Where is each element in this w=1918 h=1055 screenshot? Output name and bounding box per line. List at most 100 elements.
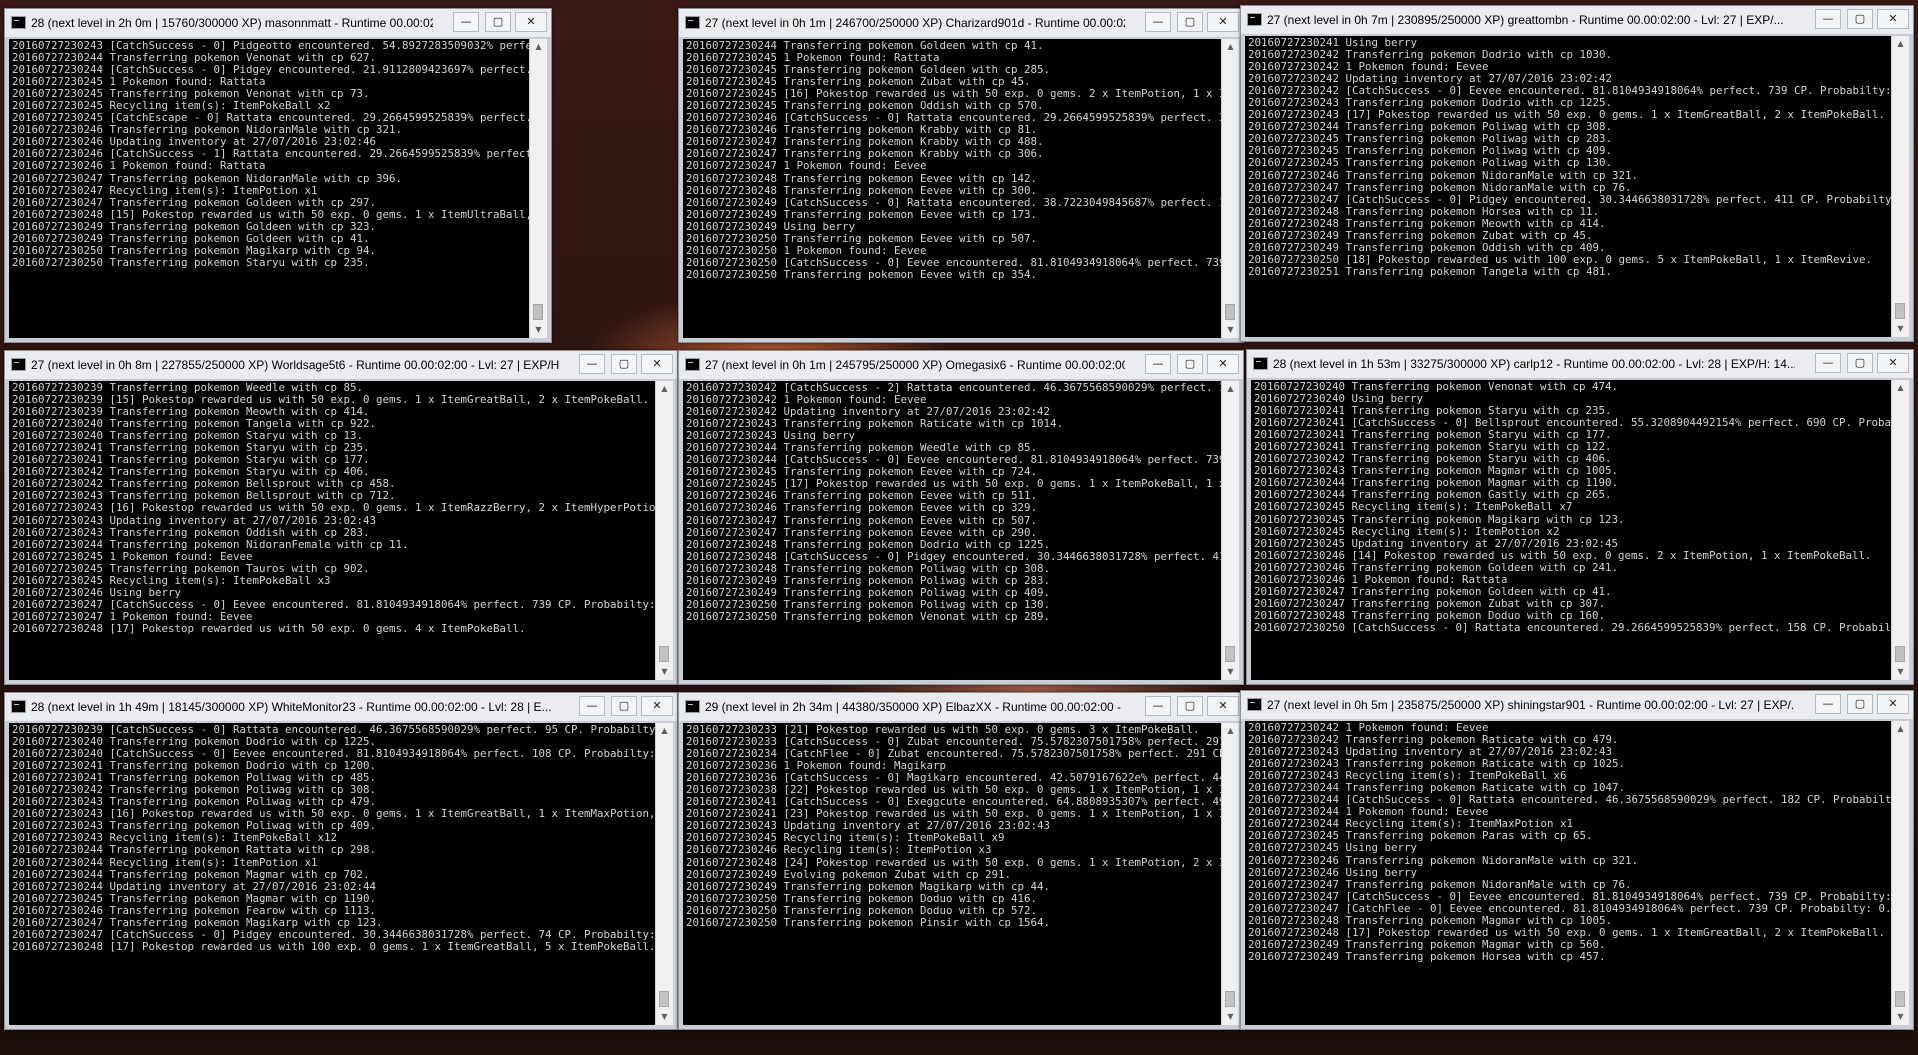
close-button[interactable]: ✕: [515, 12, 547, 32]
maximize-button[interactable]: ▢: [485, 12, 511, 32]
vertical-scrollbar[interactable]: ▲ ▼: [1221, 723, 1239, 1025]
console-window-6[interactable]: 28 (next level in 1h 53m | 33275/300000 …: [1246, 349, 1914, 685]
scroll-up-arrow-icon[interactable]: ▲: [1222, 723, 1239, 739]
vertical-scrollbar[interactable]: ▲ ▼: [655, 381, 673, 680]
console-window-7[interactable]: 28 (next level in 1h 49m | 18145/300000 …: [4, 692, 678, 1030]
console-output[interactable]: 20160727230239 Transferring pokemon Weed…: [9, 381, 655, 680]
scroll-up-arrow-icon[interactable]: ▲: [1222, 39, 1239, 55]
scroll-thumb[interactable]: [1895, 991, 1905, 1007]
scroll-down-arrow-icon[interactable]: ▼: [656, 664, 673, 680]
scroll-thumb[interactable]: [1895, 646, 1905, 662]
maximize-button[interactable]: ▢: [1177, 696, 1203, 716]
minimize-button[interactable]: —: [1815, 694, 1841, 714]
scroll-up-arrow-icon[interactable]: ▲: [530, 39, 547, 55]
maximize-button[interactable]: ▢: [1847, 694, 1873, 714]
console-app-icon[interactable]: [685, 700, 700, 713]
close-button[interactable]: ✕: [1877, 9, 1909, 29]
console-app-icon[interactable]: [685, 16, 700, 29]
console-output[interactable]: 20160727230240 Transferring pokemon Veno…: [1251, 380, 1891, 680]
vertical-scrollbar[interactable]: ▲ ▼: [655, 723, 673, 1025]
console-app-icon[interactable]: [1247, 698, 1262, 711]
minimize-button[interactable]: —: [579, 696, 605, 716]
scroll-thumb[interactable]: [1225, 646, 1235, 662]
minimize-button[interactable]: —: [1145, 12, 1171, 32]
scroll-up-arrow-icon[interactable]: ▲: [1892, 380, 1909, 396]
scroll-up-arrow-icon[interactable]: ▲: [1222, 381, 1239, 397]
minimize-button[interactable]: —: [453, 12, 479, 32]
title-bar[interactable]: 29 (next level in 2h 34m | 44380/350000 …: [679, 693, 1243, 722]
vertical-scrollbar[interactable]: ▲ ▼: [1221, 39, 1239, 338]
close-button[interactable]: ✕: [1877, 353, 1909, 373]
close-button[interactable]: ✕: [641, 354, 673, 374]
minimize-button[interactable]: —: [1815, 353, 1841, 373]
console-output[interactable]: 20160727230242 [CatchSuccess - 2] Rattat…: [683, 381, 1221, 680]
close-button[interactable]: ✕: [1207, 354, 1239, 374]
scroll-thumb[interactable]: [659, 991, 669, 1007]
close-button[interactable]: ✕: [1207, 12, 1239, 32]
title-bar[interactable]: 27 (next level in 0h 1m | 246700/250000 …: [679, 9, 1243, 38]
maximize-button[interactable]: ▢: [1177, 354, 1203, 374]
title-bar[interactable]: 27 (next level in 0h 1m | 245795/250000 …: [679, 351, 1243, 380]
minimize-button[interactable]: —: [1145, 354, 1171, 374]
minimize-button[interactable]: —: [579, 354, 605, 374]
vertical-scrollbar[interactable]: ▲ ▼: [1221, 381, 1239, 680]
scroll-up-arrow-icon[interactable]: ▲: [1892, 721, 1909, 737]
console-app-icon[interactable]: [1247, 13, 1262, 26]
scroll-down-arrow-icon[interactable]: ▼: [1892, 1009, 1909, 1025]
console-output[interactable]: 20160727230242 1 Pokemon found: Eevee 20…: [1245, 721, 1891, 1025]
console-output[interactable]: 20160727230241 Using berry 2016072723024…: [1245, 36, 1891, 337]
title-bar[interactable]: 28 (next level in 1h 53m | 33275/300000 …: [1247, 350, 1913, 379]
scroll-down-arrow-icon[interactable]: ▼: [656, 1009, 673, 1025]
scroll-thumb[interactable]: [1895, 303, 1905, 319]
scroll-up-arrow-icon[interactable]: ▲: [656, 723, 673, 739]
scroll-thumb[interactable]: [533, 304, 543, 320]
maximize-button[interactable]: ▢: [1847, 9, 1873, 29]
vertical-scrollbar[interactable]: ▲ ▼: [1891, 721, 1909, 1025]
console-window-1[interactable]: 28 (next level in 2h 0m | 15760/300000 X…: [4, 8, 552, 343]
console-app-icon[interactable]: [11, 700, 26, 713]
scroll-up-arrow-icon[interactable]: ▲: [656, 381, 673, 397]
console-app-icon[interactable]: [1253, 357, 1268, 370]
scroll-down-arrow-icon[interactable]: ▼: [1222, 664, 1239, 680]
console-app-icon[interactable]: [685, 358, 700, 371]
scroll-thumb[interactable]: [659, 646, 669, 662]
scroll-thumb[interactable]: [1225, 991, 1235, 1007]
scroll-thumb[interactable]: [1225, 304, 1235, 320]
console-log: 20160727230239 [CatchSuccess - 0] Rattat…: [12, 723, 655, 953]
console-output[interactable]: 20160727230244 Transferring pokemon Gold…: [683, 39, 1221, 338]
console-window-4[interactable]: 27 (next level in 0h 8m | 227855/250000 …: [4, 350, 678, 685]
title-bar[interactable]: 28 (next level in 1h 49m | 18145/300000 …: [5, 693, 677, 722]
console-window-3[interactable]: 27 (next level in 0h 7m | 230895/250000 …: [1240, 5, 1914, 342]
title-bar[interactable]: 27 (next level in 0h 8m | 227855/250000 …: [5, 351, 677, 380]
console-app-icon[interactable]: [11, 358, 26, 371]
console-window-2[interactable]: 27 (next level in 0h 1m | 246700/250000 …: [678, 8, 1244, 343]
vertical-scrollbar[interactable]: ▲ ▼: [1891, 36, 1909, 337]
scroll-down-arrow-icon[interactable]: ▼: [1892, 664, 1909, 680]
close-button[interactable]: ✕: [1877, 694, 1909, 714]
console-window-5[interactable]: 27 (next level in 0h 1m | 245795/250000 …: [678, 350, 1244, 685]
title-bar[interactable]: 28 (next level in 2h 0m | 15760/300000 X…: [5, 9, 551, 38]
scroll-down-arrow-icon[interactable]: ▼: [1222, 1009, 1239, 1025]
maximize-button[interactable]: ▢: [1177, 12, 1203, 32]
vertical-scrollbar[interactable]: ▲ ▼: [1891, 380, 1909, 680]
console-output[interactable]: 20160727230239 [CatchSuccess - 0] Rattat…: [9, 723, 655, 1025]
close-button[interactable]: ✕: [1207, 696, 1239, 716]
console-window-9[interactable]: 27 (next level in 0h 5m | 235875/250000 …: [1240, 690, 1914, 1030]
maximize-button[interactable]: ▢: [611, 354, 637, 374]
close-button[interactable]: ✕: [641, 696, 673, 716]
vertical-scrollbar[interactable]: ▲ ▼: [529, 39, 547, 338]
console-output[interactable]: 20160727230233 [21] Pokestop rewarded us…: [683, 723, 1221, 1025]
title-bar[interactable]: 27 (next level in 0h 5m | 235875/250000 …: [1241, 691, 1913, 720]
scroll-up-arrow-icon[interactable]: ▲: [1892, 36, 1909, 52]
maximize-button[interactable]: ▢: [1847, 353, 1873, 373]
scroll-down-arrow-icon[interactable]: ▼: [530, 322, 547, 338]
scroll-down-arrow-icon[interactable]: ▼: [1892, 321, 1909, 337]
console-app-icon[interactable]: [11, 16, 26, 29]
scroll-down-arrow-icon[interactable]: ▼: [1222, 322, 1239, 338]
maximize-button[interactable]: ▢: [611, 696, 637, 716]
minimize-button[interactable]: —: [1815, 9, 1841, 29]
minimize-button[interactable]: —: [1145, 696, 1171, 716]
title-bar[interactable]: 27 (next level in 0h 7m | 230895/250000 …: [1241, 6, 1913, 35]
console-window-8[interactable]: 29 (next level in 2h 34m | 44380/350000 …: [678, 692, 1244, 1030]
console-output[interactable]: 20160727230243 [CatchSuccess - 0] Pidgeo…: [9, 39, 529, 338]
